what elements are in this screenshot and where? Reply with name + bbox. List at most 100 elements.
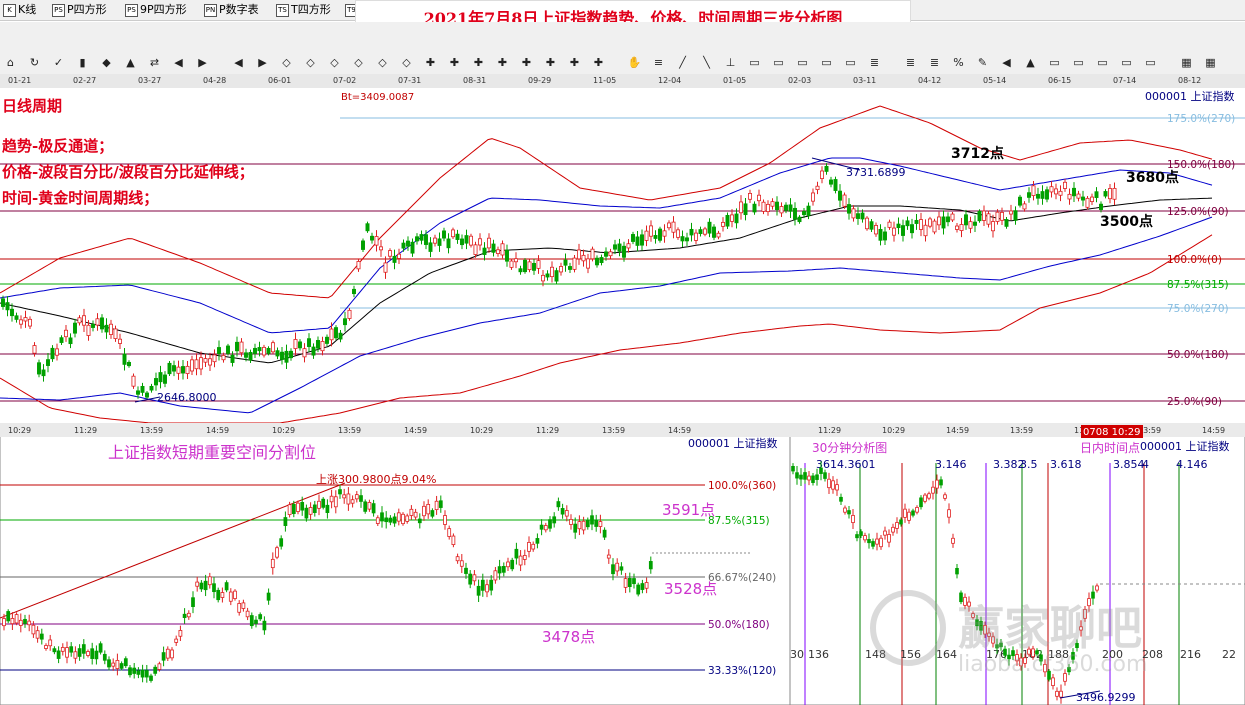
toolbar-button-10[interactable]: ◀ [230,54,247,71]
toolbar-button-21[interactable]: ✚ [494,54,511,71]
toolbar-button-18[interactable]: ✚ [422,54,439,71]
toolbar-button-16[interactable]: ◇ [374,54,391,71]
toolbar-button-6[interactable]: ▲ [122,54,139,71]
candle-body [577,521,582,530]
toolbar-button-46[interactable]: ▭ [1118,54,1135,71]
toolbar-button-37[interactable]: ≣ [902,54,919,71]
toolbar-button-36[interactable]: ≣ [866,54,883,71]
toolbar-button-23[interactable]: ✚ [542,54,559,71]
toolbar-button-39[interactable]: % [950,54,967,71]
candle-body [55,348,59,356]
toolbar-button-4[interactable]: ▮ [74,54,91,71]
moving-average-line [0,197,1213,364]
toolbar-button-31[interactable]: ▭ [746,54,763,71]
candle-body [455,556,460,562]
toolbar-button-25[interactable]: ✚ [590,54,607,71]
toolbar-button-5[interactable]: ◆ [98,54,115,71]
candle-body [527,542,531,552]
candle-body [509,260,514,268]
candle-body [573,523,578,533]
menu-item-t-square[interactable]: TS T四方形 [276,2,331,18]
toolbar-button-32[interactable]: ▭ [770,54,787,71]
toolbar-button-8[interactable]: ◀ [170,54,187,71]
toolbar-button-15[interactable]: ◇ [350,54,367,71]
toolbar-button-9[interactable]: ▶ [194,54,211,71]
toolbar-button-47[interactable]: ▭ [1142,54,1159,71]
level-label: 175.0%(270) [1167,113,1235,125]
toolbar-button-26[interactable]: ✋ [626,54,643,71]
candle-body [829,179,833,185]
candle-body [514,548,519,559]
toolbar-button-20[interactable]: ✚ [470,54,487,71]
candle-body [883,530,887,536]
toolbar-button-35[interactable]: ▭ [842,54,859,71]
candle-body [111,662,116,667]
low-annotation: 2646.8000 [157,391,217,404]
candle-body [896,223,901,229]
candle-body [266,592,271,601]
candle-body [1045,189,1049,200]
candle-body [476,585,481,596]
candle-body [352,288,356,295]
toolbar-button-17[interactable]: ◇ [398,54,415,71]
toolbar-button-28[interactable]: ╱ [674,54,691,71]
toolbar-button-33[interactable]: ▭ [794,54,811,71]
toolbar-button-1[interactable]: ⌂ [2,54,19,71]
candle-body [81,644,86,654]
candle-body [752,203,757,213]
toolbar-button-49[interactable]: ▦ [1202,54,1219,71]
toolbar-button-13[interactable]: ◇ [302,54,319,71]
toolbar-button-40[interactable]: ✎ [974,54,991,71]
candle-body [1063,673,1067,682]
candle-body [847,204,851,214]
toolbar-button-19[interactable]: ✚ [446,54,463,71]
toolbar-button-44[interactable]: ▭ [1070,54,1087,71]
candle-body [233,590,237,599]
candle-body [122,353,127,365]
toolbar-button-7[interactable]: ⇄ [146,54,163,71]
toolbar-button-43[interactable]: ▭ [1046,54,1063,71]
toolbar-button-2[interactable]: ↻ [26,54,43,71]
candle-body [991,636,995,644]
candle-body [527,261,532,271]
toolbar-button-38[interactable]: ≣ [926,54,943,71]
candle-body [833,179,838,191]
candle-body [144,670,149,678]
date-tick: 04-28 [203,76,227,85]
toolbar-button-34[interactable]: ▭ [818,54,835,71]
candle-body [437,238,442,246]
candle-body [999,642,1003,648]
toolbar-button-14[interactable]: ◇ [326,54,343,71]
toolbar-button-45[interactable]: ▭ [1094,54,1111,71]
toolbar-button-29[interactable]: ╲ [698,54,715,71]
toolbar-button-27[interactable]: ≡ [650,54,667,71]
candle-body [131,375,136,387]
toolbar-button-12[interactable]: ◇ [278,54,295,71]
candle-body [1047,670,1051,680]
candle-body [329,328,334,341]
menu-item-p-square[interactable]: PS P四方形 [52,2,107,18]
candle-body [867,539,871,544]
toolbar-button-41[interactable]: ◀ [998,54,1015,71]
date-tick: 07-02 [333,76,357,85]
candle-body [572,257,577,270]
candle-body [77,648,82,657]
candle-body [640,583,645,590]
toolbar-button-30[interactable]: ⊥ [722,54,739,71]
toolbar-button-11[interactable]: ▶ [254,54,271,71]
candle-body [983,625,987,635]
toolbar-button-24[interactable]: ✚ [566,54,583,71]
date-tick: 07-31 [398,76,422,85]
toolbar-button-3[interactable]: ✓ [50,54,67,71]
toolbar-button-42[interactable]: ▲ [1022,54,1039,71]
candle-body [405,515,410,522]
menu-item-p-number[interactable]: PN P数字表 [204,2,259,18]
toolbar-button-48[interactable]: ▦ [1178,54,1195,71]
toolbar-button-22[interactable]: ✚ [518,54,535,71]
menu-item-9p-square[interactable]: PS 9P四方形 [125,2,187,18]
point-3500: 3500点 [1100,213,1153,230]
candle-body [905,220,910,227]
candle-body [127,361,131,367]
menu-item-kline[interactable]: K K线 [3,2,36,18]
candle-body [923,494,927,502]
